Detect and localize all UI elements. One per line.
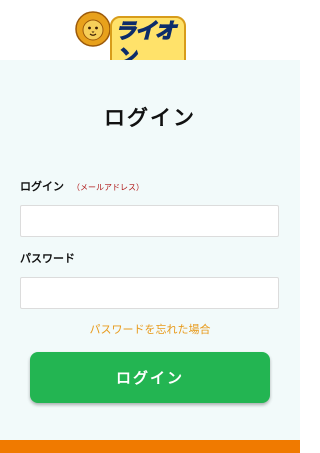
email-label-text: ログイン — [20, 180, 64, 193]
login-button[interactable]: ログイン — [30, 352, 270, 403]
email-hint: （メールアドレス） — [72, 183, 144, 192]
site-header: ライオン — [0, 0, 300, 72]
password-label: パスワード — [20, 252, 75, 265]
forgot-password-link[interactable]: パスワードを忘れた場合 — [0, 321, 300, 337]
email-label: ログイン （メールアドレス） — [20, 178, 144, 194]
lion-logo-icon — [75, 11, 111, 47]
logo[interactable]: ライオン — [74, 10, 186, 72]
footer-bar — [0, 440, 300, 453]
email-input[interactable] — [20, 205, 279, 237]
password-input[interactable] — [20, 277, 279, 309]
page-title: ログイン — [104, 106, 196, 130]
